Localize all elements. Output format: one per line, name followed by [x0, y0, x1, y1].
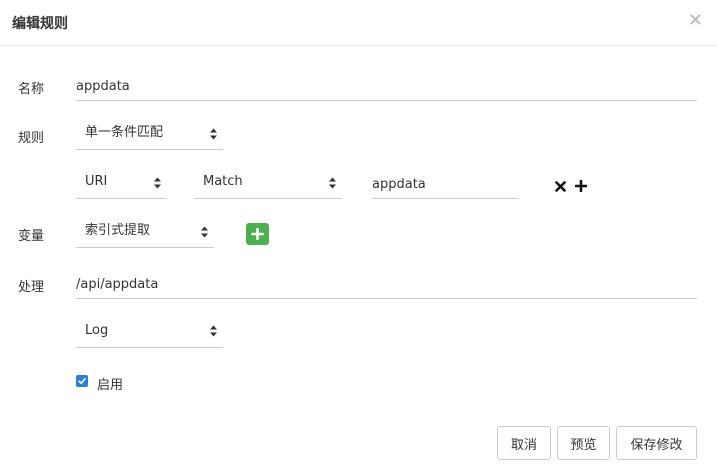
name-label: 名称	[18, 82, 45, 97]
rule-mode-value: 单一条件匹配	[85, 125, 164, 140]
sort-arrows-icon	[201, 226, 208, 237]
condition-field-value: URI	[85, 174, 108, 189]
enabled-checkbox[interactable]	[76, 375, 88, 387]
condition-operator-value: Match	[203, 174, 243, 189]
rule-label: 规则	[18, 131, 45, 146]
edit-rule-dialog: 编辑规则 ✕ 名称 规则 单一条件匹配 URI Match 变量 索引式提取	[0, 0, 717, 476]
sort-arrows-icon	[154, 177, 161, 188]
preview-button[interactable]: 预览	[557, 426, 610, 460]
add-variable-button[interactable]	[246, 223, 269, 245]
handler-label: 处理	[18, 280, 45, 295]
remove-condition-icon[interactable]	[555, 181, 566, 192]
variable-mode-select[interactable]: 索引式提取	[76, 216, 214, 248]
condition-operator-select[interactable]: Match	[194, 167, 342, 199]
sort-arrows-icon	[210, 128, 217, 139]
condition-field-select[interactable]: URI	[76, 167, 167, 199]
add-condition-icon[interactable]	[575, 180, 587, 192]
condition-value-input[interactable]	[372, 170, 519, 199]
handler-path-input[interactable]	[76, 270, 697, 299]
plus-icon	[251, 228, 264, 240]
variable-label: 变量	[18, 229, 45, 244]
variable-mode-value: 索引式提取	[85, 223, 151, 238]
save-button[interactable]: 保存修改	[616, 426, 697, 460]
rule-mode-select[interactable]: 单一条件匹配	[76, 118, 223, 150]
dialog-title: 编辑规则	[12, 16, 68, 32]
name-input[interactable]	[76, 73, 697, 101]
sort-arrows-icon	[329, 177, 336, 188]
enabled-label: 启用	[97, 378, 124, 393]
close-icon[interactable]: ✕	[688, 11, 703, 31]
handler-action-value: Log	[85, 323, 109, 338]
dialog-header: 编辑规则 ✕	[0, 0, 717, 46]
check-icon	[78, 377, 86, 385]
cancel-button[interactable]: 取消	[497, 426, 551, 460]
handler-action-select[interactable]: Log	[76, 315, 223, 348]
sort-arrows-icon	[210, 325, 217, 337]
